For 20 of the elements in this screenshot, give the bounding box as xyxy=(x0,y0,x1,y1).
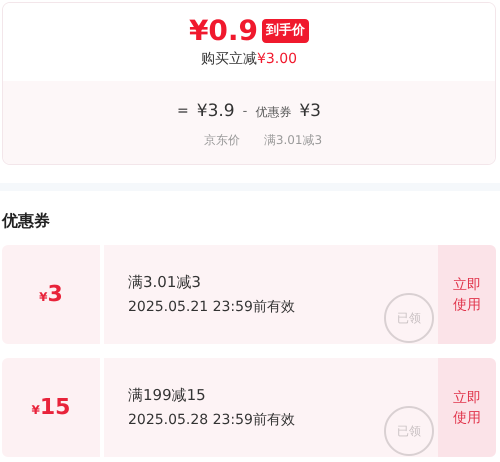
coupon-caption: 满3.01减3 xyxy=(264,132,322,148)
coupon-condition: 满199减15 xyxy=(128,384,206,406)
equals-sign: = xyxy=(177,102,189,122)
coupon-validity: 2025.05.28 23:59前有效 xyxy=(128,411,295,430)
final-price: ¥0.9 xyxy=(188,17,258,45)
coupon-validity: 2025.05.21 23:59前有效 xyxy=(128,298,295,318)
use-now-button[interactable]: 立即使用 xyxy=(438,245,496,344)
coupon-value: ¥15 xyxy=(32,394,70,422)
minus-sign: - xyxy=(242,103,248,121)
section-title: 优惠券 xyxy=(2,210,51,232)
final-price-tag: 到手价 xyxy=(262,19,310,43)
coupon-label: 优惠券 xyxy=(255,104,292,121)
discount-label: 购买立减 xyxy=(200,50,257,69)
discount-amount: ¥3.00 xyxy=(256,50,298,69)
use-now-button[interactable]: 立即使用 xyxy=(438,358,496,457)
jd-price-caption: 京东价 xyxy=(204,132,240,148)
jd-price: ¥3.9 xyxy=(196,100,235,123)
coupon-amount: ¥3 xyxy=(299,100,321,123)
coupon-condition: 满3.01减3 xyxy=(128,272,201,293)
coupon-value: ¥3 xyxy=(39,281,63,309)
